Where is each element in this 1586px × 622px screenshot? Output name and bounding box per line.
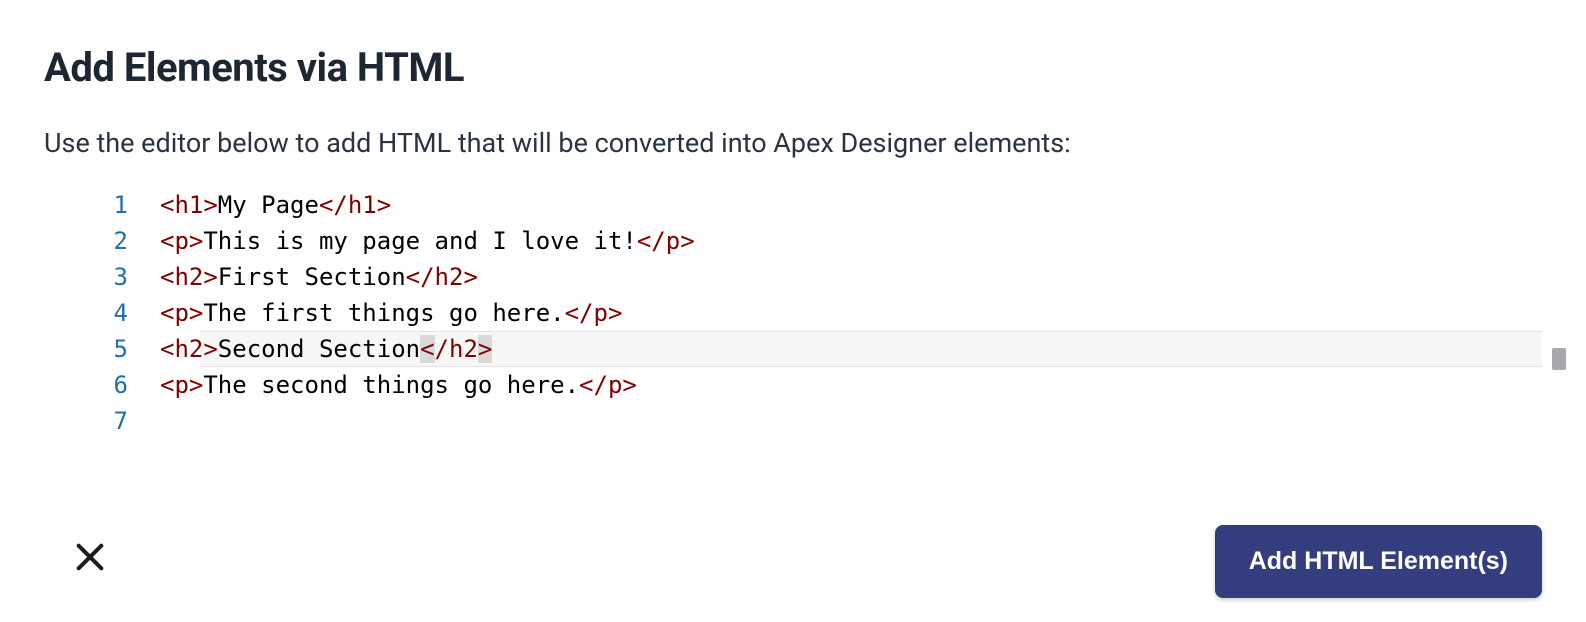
line-number: 6 [84,367,160,403]
code-content[interactable]: <p>The second things go here.</p> [160,367,1542,403]
add-elements-dialog: Add Elements via HTML Use the editor bel… [0,0,1586,622]
code-content[interactable]: <h2>Second Section</h2> [160,331,1542,367]
editor-line[interactable]: 6<p>The second things go here.</p> [84,367,1542,403]
add-html-elements-button[interactable]: Add HTML Element(s) [1215,525,1542,598]
dialog-instructions: Use the editor below to add HTML that wi… [44,127,1542,159]
editor-line[interactable]: 3<h2>First Section</h2> [84,259,1542,295]
line-number: 1 [84,187,160,223]
code-content[interactable]: <h2>First Section</h2> [160,259,1542,295]
dialog-title: Add Elements via HTML [44,44,1542,91]
code-content[interactable]: <p>This is my page and I love it!</p> [160,223,1542,259]
line-number: 3 [84,259,160,295]
html-editor[interactable]: 1<h1>My Page</h1>2<p>This is my page and… [44,187,1542,439]
code-content[interactable] [160,403,1542,439]
editor-line[interactable]: 5<h2>Second Section</h2> [84,331,1542,367]
editor-line[interactable]: 7 [84,403,1542,439]
code-content[interactable]: <h1>My Page</h1> [160,187,1542,223]
line-number: 7 [84,403,160,439]
close-button[interactable] [62,534,118,590]
editor-line[interactable]: 2<p>This is my page and I love it!</p> [84,223,1542,259]
close-icon [73,540,107,583]
line-number: 4 [84,295,160,331]
editor-line[interactable]: 4<p>The first things go here.</p> [84,295,1542,331]
line-number: 5 [84,331,160,367]
dialog-footer: Add HTML Element(s) [0,525,1586,598]
scrollbar-thumb[interactable] [1552,348,1566,370]
editor-line[interactable]: 1<h1>My Page</h1> [84,187,1542,223]
line-number: 2 [84,223,160,259]
code-content[interactable]: <p>The first things go here.</p> [160,295,1542,331]
